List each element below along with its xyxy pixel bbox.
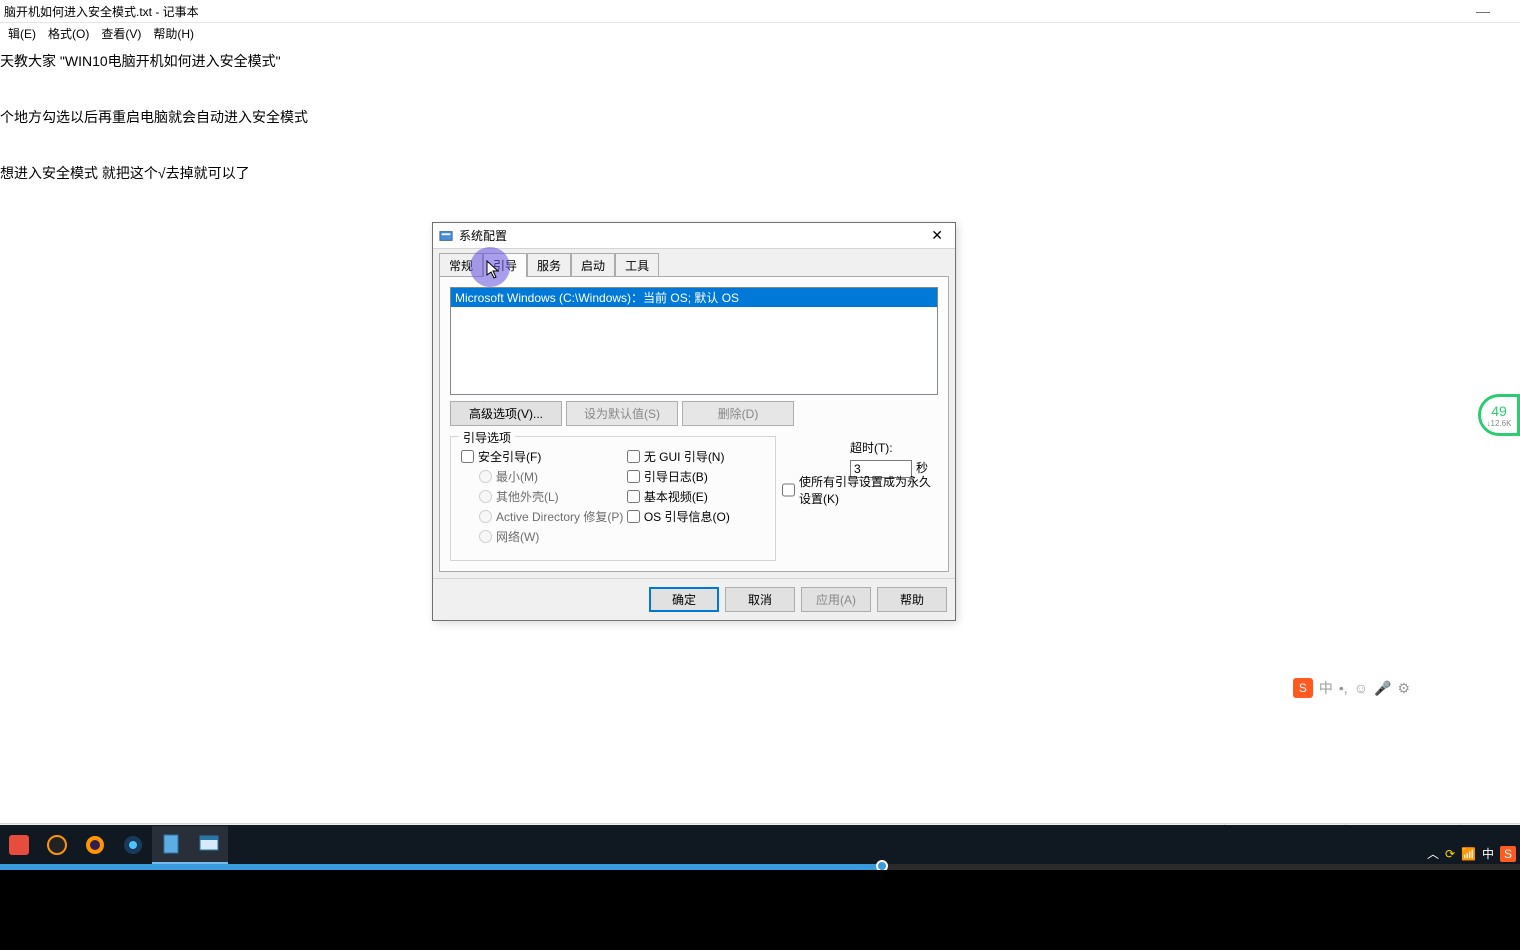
boot-button-row: 高级选项(V)... 设为默认值(S) 删除(D) [450, 401, 938, 426]
boot-log-label: 引导日志(B) [644, 468, 708, 485]
perf-net: ↓12.6K [1487, 419, 1512, 428]
menu-format[interactable]: 格式(O) [42, 23, 95, 44]
menu-view[interactable]: 查看(V) [95, 23, 147, 44]
minimal-radio: 最小(M) [479, 468, 627, 485]
ime-lang[interactable]: 中 [1319, 678, 1333, 698]
minimal-label: 最小(M) [496, 468, 538, 485]
system-tray[interactable]: ︿ ⟳ 📶 中 S [1427, 845, 1516, 862]
os-boot-info-label: OS 引导信息(O) [644, 508, 730, 525]
taskbar-notepad-icon[interactable] [152, 826, 190, 864]
dialog-button-row: 确定 取消 应用(A) 帮助 [433, 578, 955, 620]
notepad-title: 脑开机如何进入安全模式.txt - 记事本 [4, 3, 199, 20]
network-label: 网络(W) [496, 528, 539, 545]
menu-edit[interactable]: 辑(E) [2, 23, 42, 44]
dialog-title-bar[interactable]: 系统配置 ✕ [433, 223, 955, 249]
altshell-label: 其他外壳(L) [496, 488, 559, 505]
tray-sync-icon[interactable]: ⟳ [1445, 847, 1455, 861]
network-radio: 网络(W) [479, 528, 627, 545]
safe-boot-label: 安全引导(F) [478, 448, 541, 465]
no-gui-checkbox[interactable]: 无 GUI 引导(N) [627, 448, 765, 465]
msconfig-icon [439, 229, 453, 243]
delete-button: 删除(D) [682, 401, 794, 426]
menu-help[interactable]: 帮助(H) [147, 23, 200, 44]
advanced-options-button[interactable]: 高级选项(V)... [450, 401, 562, 426]
taskbar-msconfig-icon[interactable] [190, 826, 228, 864]
close-icon[interactable]: ✕ [925, 227, 949, 244]
system-config-dialog: 系统配置 ✕ 常规 引导 服务 启动 工具 Microsoft Windows … [432, 222, 956, 621]
perf-value: 49 [1491, 403, 1507, 419]
text-line-2: 个地方勾选以后再重启电脑就会自动进入安全模式 [0, 105, 1520, 129]
set-default-button: 设为默认值(S) [566, 401, 678, 426]
notepad-text-area[interactable]: 天教大家 "WIN10电脑开机如何进入安全模式" 个地方勾选以后再重启电脑就会自… [0, 43, 1520, 191]
tab-body-boot: Microsoft Windows (C:\Windows)：当前 OS; 默认… [439, 276, 949, 572]
tab-general[interactable]: 常规 [439, 253, 483, 277]
dialog-title-text: 系统配置 [459, 227, 507, 244]
permanent-settings-checkbox[interactable]: 使所有引导设置成为永久设置(K) [782, 473, 932, 507]
text-line-1: 天教大家 "WIN10电脑开机如何进入安全模式" [0, 49, 1520, 73]
boot-log-checkbox[interactable]: 引导日志(B) [627, 468, 765, 485]
taskbar[interactable] [0, 825, 1520, 865]
ime-punct-icon[interactable]: •, [1339, 680, 1348, 696]
os-entry[interactable]: Microsoft Windows (C:\Windows)：当前 OS; 默认… [451, 288, 937, 307]
ime-toolbar[interactable]: S 中 •, ☺ 🎤 ⚙ [1293, 678, 1410, 698]
ime-mic-icon[interactable]: 🎤 [1374, 680, 1391, 697]
tab-boot[interactable]: 引导 [483, 253, 527, 277]
text-line-3: 想进入安全模式 就把这个√去掉就可以了 [0, 161, 1520, 185]
ad-repair-radio: Active Directory 修复(P) [479, 508, 627, 525]
ok-button[interactable]: 确定 [649, 587, 719, 612]
os-list[interactable]: Microsoft Windows (C:\Windows)：当前 OS; 默认… [450, 287, 938, 395]
video-control-bar [0, 870, 1520, 950]
base-video-checkbox[interactable]: 基本视频(E) [627, 488, 765, 505]
notepad-menu-bar: 辑(E) 格式(O) 查看(V) 帮助(H) [0, 23, 1520, 43]
performance-widget[interactable]: 49 ↓12.6K [1478, 394, 1520, 436]
taskbar-app-4[interactable] [114, 826, 152, 864]
tab-services[interactable]: 服务 [527, 253, 571, 277]
taskbar-firefox-icon[interactable] [76, 826, 114, 864]
tab-startup[interactable]: 启动 [571, 253, 615, 277]
altshell-radio: 其他外壳(L) [479, 488, 627, 505]
cancel-button[interactable]: 取消 [725, 587, 795, 612]
tray-sogou-icon[interactable]: S [1500, 846, 1516, 862]
notepad-title-bar: 脑开机如何进入安全模式.txt - 记事本 — [0, 0, 1520, 23]
tabs-bar: 常规 引导 服务 启动 工具 [433, 249, 955, 277]
ad-repair-label: Active Directory 修复(P) [496, 508, 623, 525]
no-gui-label: 无 GUI 引导(N) [644, 448, 725, 465]
base-video-label: 基本视频(E) [644, 488, 708, 505]
taskbar-app-2[interactable] [38, 826, 76, 864]
timeout-label: 超时(T): [850, 439, 928, 456]
tray-chevron-icon[interactable]: ︿ [1427, 845, 1439, 862]
boot-options-group: 引导选项 安全引导(F) 最小(M) 其他外壳(L) Active Direct… [450, 436, 776, 561]
ime-settings-icon[interactable]: ⚙ [1397, 680, 1410, 697]
ime-emoji-icon[interactable]: ☺ [1354, 680, 1368, 696]
taskbar-app-1[interactable] [0, 826, 38, 864]
help-button[interactable]: 帮助 [877, 587, 947, 612]
os-boot-info-checkbox[interactable]: OS 引导信息(O) [627, 508, 765, 525]
tray-ime[interactable]: 中 [1482, 845, 1494, 862]
safe-boot-checkbox[interactable]: 安全引导(F) [461, 448, 627, 465]
sogou-icon[interactable]: S [1293, 678, 1313, 698]
tray-network-icon[interactable]: 📶 [1461, 847, 1476, 861]
minimize-icon[interactable]: — [1476, 3, 1490, 19]
tab-tools[interactable]: 工具 [615, 253, 659, 277]
boot-options-legend: 引导选项 [459, 429, 515, 446]
apply-button: 应用(A) [801, 587, 871, 612]
permanent-settings-label: 使所有引导设置成为永久设置(K) [799, 473, 932, 507]
